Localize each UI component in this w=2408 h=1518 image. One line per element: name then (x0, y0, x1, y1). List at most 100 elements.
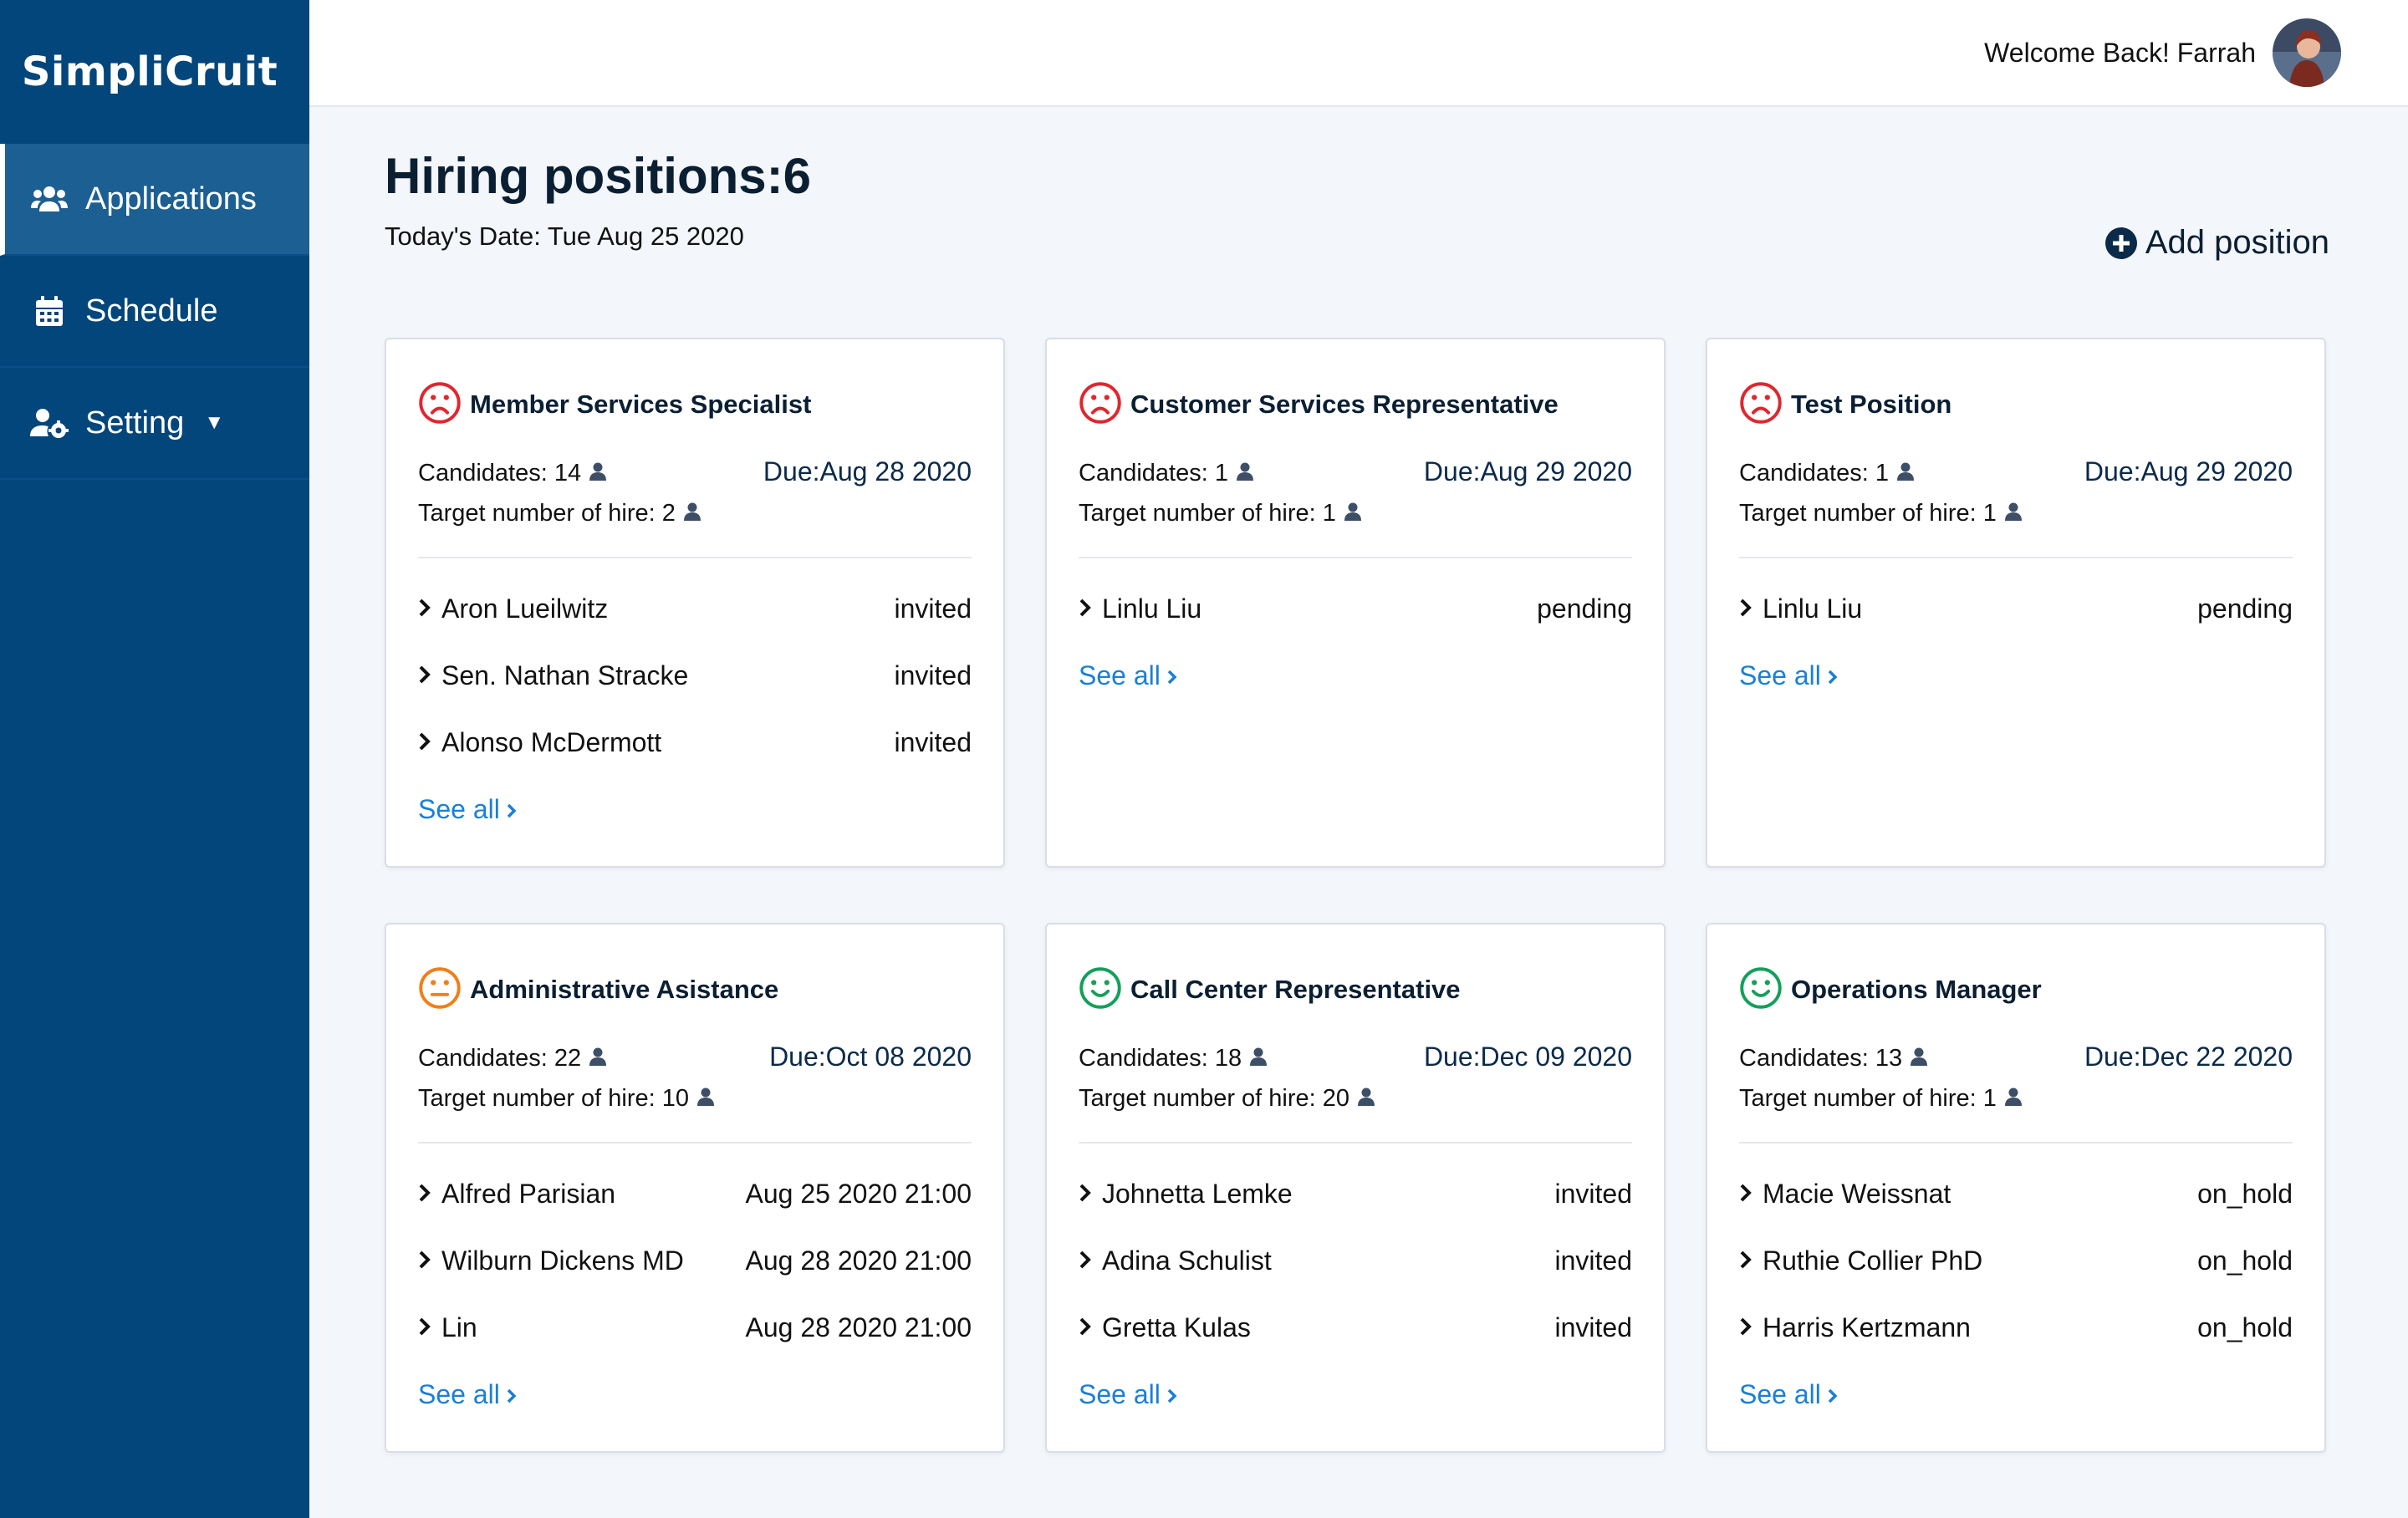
chevron-right-icon (507, 1379, 517, 1410)
candidate-row[interactable]: Wilburn Dickens MD Aug 28 2020 21:00 (418, 1227, 972, 1294)
candidates-count: Candidates: 13 (1739, 1038, 2022, 1078)
main-content: Hiring positions:6 Today's Date: Tue Aug… (385, 107, 2329, 1453)
position-title[interactable]: Call Center Representative (1130, 975, 1461, 1005)
avatar[interactable] (2273, 18, 2341, 87)
candidate-row[interactable]: Adina Schulist invited (1079, 1227, 1632, 1294)
see-all-link[interactable]: See all (1079, 642, 1632, 709)
today-date: Today's Date: Tue Aug 25 2020 (385, 222, 744, 251)
chevron-right-icon (1079, 1312, 1092, 1343)
see-all-link[interactable]: See all (1079, 1361, 1632, 1428)
candidate-row[interactable]: Linlu Liu pending (1079, 575, 1632, 642)
users-icon (30, 180, 69, 218)
card-meta: Candidates: 14 Target number of hire: 2 … (418, 453, 972, 533)
chevron-right-icon (418, 1179, 431, 1210)
add-position-button[interactable]: Add position (2104, 224, 2329, 262)
candidates-count: Candidates: 1 (1079, 453, 1361, 493)
candidates-label: Candidates: 1 (1739, 459, 1889, 486)
sidebar-item-label: Setting (85, 405, 185, 441)
candidates-label: Candidates: 13 (1739, 1044, 1903, 1072)
plus-circle-icon (2104, 227, 2137, 259)
candidate-list: Johnetta Lemke invited Adina Schulist in… (1079, 1160, 1632, 1428)
candidate-row[interactable]: Gretta Kulas invited (1079, 1294, 1632, 1361)
candidates-label: Candidates: 22 (418, 1044, 582, 1072)
chevron-right-icon (1739, 1245, 1752, 1276)
caret-down-icon: ▼ (204, 411, 225, 434)
candidate-row[interactable]: Lin Aug 28 2020 21:00 (418, 1294, 972, 1361)
position-title[interactable]: Customer Services Representative (1130, 390, 1559, 420)
chevron-right-icon (1167, 1379, 1177, 1410)
card-meta: Candidates: 22 Target number of hire: 10… (418, 1038, 972, 1118)
chevron-right-icon (1828, 660, 1838, 691)
calendar-icon (30, 292, 69, 330)
candidate-name: Wilburn Dickens MD (441, 1245, 684, 1276)
due-date: Due:Aug 29 2020 (2084, 456, 2293, 486)
candidate-name-wrap: Linlu Liu (1079, 593, 1201, 624)
due-date: Due:Aug 28 2020 (763, 456, 972, 486)
candidate-name: Adina Schulist (1102, 1245, 1272, 1276)
card-header: Member Services Specialist (418, 380, 972, 430)
candidate-name-wrap: Linlu Liu (1739, 593, 1862, 624)
see-all-label: See all (1739, 660, 1821, 690)
card-meta-left: Candidates: 14 Target number of hire: 2 (418, 453, 701, 533)
candidate-row[interactable]: Johnetta Lemke invited (1079, 1160, 1632, 1227)
sidebar-item-applications[interactable]: Applications (0, 144, 309, 256)
position-title[interactable]: Test Position (1791, 390, 1951, 420)
candidate-row[interactable]: Alfred Parisian Aug 25 2020 21:00 (418, 1160, 972, 1227)
card-header: Test Position (1739, 380, 2293, 430)
candidate-name-wrap: Alonso McDermott (418, 727, 661, 758)
candidate-status: invited (894, 726, 972, 757)
candidate-row[interactable]: Linlu Liu pending (1739, 575, 2293, 642)
sidebar-item-schedule[interactable]: Schedule (0, 256, 309, 368)
candidate-row[interactable]: Harris Kertzmann on_hold (1739, 1294, 2293, 1361)
divider (1739, 1142, 2293, 1144)
chevron-right-icon (1079, 1179, 1092, 1210)
see-all-link[interactable]: See all (1739, 1361, 2293, 1428)
person-icon (2004, 500, 2022, 527)
sidebar-item-setting[interactable]: Setting ▼ (0, 368, 309, 480)
due-date: Due:Dec 09 2020 (1423, 1042, 1632, 1072)
target-hire: Target number of hire: 1 (1739, 1078, 2022, 1118)
candidate-list: Macie Weissnat on_hold Ruthie Collier Ph… (1739, 1160, 2293, 1428)
position-title[interactable]: Member Services Specialist (470, 390, 811, 420)
see-all-link[interactable]: See all (1739, 642, 2293, 709)
face-happy-icon (1079, 966, 1122, 1014)
sidebar-item-label: Schedule (85, 293, 218, 329)
candidate-row[interactable]: Macie Weissnat on_hold (1739, 1160, 2293, 1227)
candidate-row[interactable]: Alonso McDermott invited (418, 709, 972, 776)
chevron-right-icon (1167, 660, 1177, 691)
page-title: Hiring positions:6 (385, 147, 2329, 205)
see-all-link[interactable]: See all (418, 1361, 972, 1428)
candidate-name-wrap: Johnetta Lemke (1079, 1179, 1293, 1210)
card-meta-left: Candidates: 13 Target number of hire: 1 (1739, 1038, 2022, 1118)
chevron-right-icon (1079, 593, 1092, 624)
candidate-list: Aron Lueilwitz invited Sen. Nathan Strac… (418, 575, 972, 843)
candidate-row[interactable]: Ruthie Collier PhD on_hold (1739, 1227, 2293, 1294)
candidate-name: Lin (441, 1312, 477, 1342)
candidate-name-wrap: Ruthie Collier PhD (1739, 1245, 1982, 1276)
candidate-status: pending (2197, 593, 2293, 624)
candidate-name: Alfred Parisian (441, 1178, 616, 1209)
candidate-status: on_hold (2197, 1245, 2293, 1276)
candidate-name-wrap: Harris Kertzmann (1739, 1312, 1971, 1343)
candidates-count: Candidates: 14 (418, 453, 701, 493)
target-hire: Target number of hire: 1 (1079, 493, 1361, 533)
candidate-row[interactable]: Aron Lueilwitz invited (418, 575, 972, 642)
chevron-right-icon (1739, 593, 1752, 624)
candidate-name: Aron Lueilwitz (441, 593, 609, 624)
candidates-label: Candidates: 1 (1079, 459, 1228, 486)
chevron-right-icon (507, 794, 517, 825)
chevron-right-icon (1828, 1379, 1838, 1410)
top-bar: Welcome Back! Farrah (309, 0, 2408, 107)
page-title-label: Hiring positions: (385, 148, 783, 204)
divider (1079, 557, 1632, 558)
candidates-label: Candidates: 18 (1079, 1044, 1242, 1072)
candidate-row[interactable]: Sen. Nathan Stracke invited (418, 642, 972, 709)
person-icon (589, 1045, 607, 1072)
see-all-link[interactable]: See all (418, 776, 972, 843)
chevron-right-icon (418, 593, 431, 624)
user-gear-icon (30, 404, 69, 442)
candidate-name: Ruthie Collier PhD (1763, 1245, 1983, 1276)
position-title[interactable]: Administrative Asistance (470, 975, 778, 1005)
candidate-name-wrap: Gretta Kulas (1079, 1312, 1251, 1343)
position-title[interactable]: Operations Manager (1791, 975, 2042, 1005)
